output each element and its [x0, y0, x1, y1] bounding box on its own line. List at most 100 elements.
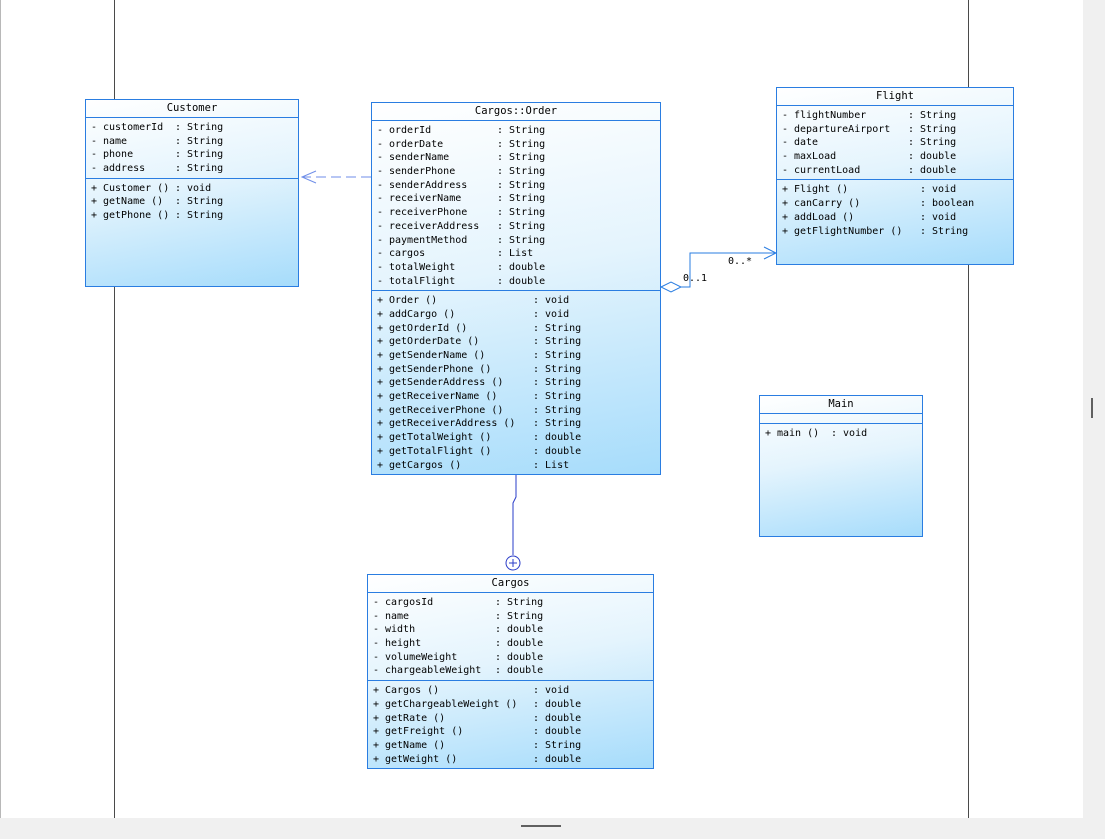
class-title: Cargos::Order: [372, 103, 660, 121]
member-name: cargos: [389, 248, 426, 260]
operation-row[interactable]: + getWeight (): double: [368, 753, 653, 767]
attribute-row[interactable]: - totalFlight: double: [372, 275, 660, 289]
member-type: : String: [908, 123, 957, 135]
operation-row[interactable]: + Flight (): void: [777, 183, 1013, 197]
member-type: : String: [175, 122, 224, 133]
operation-row[interactable]: + getOrderId (): String: [372, 322, 660, 336]
member-type: : String: [533, 377, 582, 389]
member-name: phone: [103, 149, 134, 161]
attribute-row[interactable]: - receiverName: String: [372, 192, 660, 206]
operation-row[interactable]: + getSenderName (): String: [372, 349, 660, 363]
operation-row[interactable]: + getReceiverPhone (): String: [372, 404, 660, 418]
attribute-row[interactable]: - orderDate: String: [372, 138, 660, 152]
attribute-row[interactable]: - totalWeight: double: [372, 261, 660, 275]
multiplicity-target: 0..*: [728, 256, 753, 267]
horizontal-scrollbar[interactable]: [0, 818, 1105, 839]
attribute-row[interactable]: - date: String: [777, 136, 1013, 150]
attribute-row[interactable]: - receiverPhone: String: [372, 206, 660, 220]
class-order[interactable]: Cargos::Order - orderId: String - orderDate…: [371, 102, 661, 475]
member-type: : String: [533, 739, 582, 751]
attribute-compartment: - cargosId: String - name: String - width: do…: [368, 593, 653, 682]
operation-row[interactable]: + getReceiverName (): String: [372, 390, 660, 404]
visibility-marker: -: [377, 248, 384, 260]
operation-row[interactable]: + getSenderAddress (): String: [372, 376, 660, 390]
attribute-row[interactable]: - address: String: [86, 162, 298, 176]
attribute-row[interactable]: - chargeableWeight: double: [368, 664, 653, 678]
operation-row[interactable]: + getFreight (): double: [368, 725, 653, 739]
member-type: : void: [175, 182, 212, 194]
visibility-marker: -: [91, 163, 98, 175]
visibility-marker: -: [377, 220, 384, 232]
vertical-scrollbar[interactable]: [1083, 0, 1105, 818]
visibility-marker: -: [373, 597, 380, 608]
operation-row[interactable]: + main (): void: [760, 427, 922, 441]
operation-row[interactable]: + getChargeableWeight (): double: [368, 698, 653, 712]
member-name: receiverAddress: [389, 220, 480, 232]
member-type: : String: [533, 404, 582, 416]
member-name: Flight (): [794, 184, 849, 196]
operation-compartment: + Cargos (): void + getChargeableWeight ():…: [368, 681, 653, 768]
operation-row[interactable]: + getOrderDate (): String: [372, 335, 660, 349]
member-type: : String: [533, 322, 582, 334]
member-type: : String: [175, 149, 224, 161]
operation-row[interactable]: + getFlightNumber (): String: [777, 225, 1013, 239]
attribute-row[interactable]: - flightNumber: String: [777, 109, 1013, 123]
attribute-row[interactable]: - cargos: List: [372, 247, 660, 261]
visibility-marker: -: [373, 651, 380, 663]
attribute-row[interactable]: - orderId: String: [372, 124, 660, 138]
member-name: addCargo (): [389, 308, 456, 320]
operation-row[interactable]: + getReceiverAddress (): String: [372, 417, 660, 431]
attribute-row[interactable]: - receiverAddress: String: [372, 220, 660, 234]
member-name: totalWeight: [389, 261, 456, 273]
operation-row[interactable]: + getTotalWeight (): double: [372, 431, 660, 445]
visibility-marker: -: [373, 610, 380, 622]
class-flight[interactable]: Flight - flightNumber: String - departureAi…: [776, 87, 1014, 265]
member-name: paymentMethod: [389, 234, 468, 246]
member-type: : double: [495, 638, 544, 650]
member-type: : List: [533, 459, 570, 471]
attribute-row[interactable]: - departureAirport: String: [777, 123, 1013, 137]
member-type: : String: [533, 391, 582, 403]
horizontal-scroll-thumb[interactable]: [521, 825, 561, 827]
attribute-row[interactable]: - name: String: [86, 135, 298, 149]
operation-row[interactable]: + getName (): String: [86, 195, 298, 209]
attribute-row[interactable]: - paymentMethod: String: [372, 234, 660, 248]
attribute-row[interactable]: - maxLoad: double: [777, 150, 1013, 164]
attribute-row[interactable]: - customerId: String: [86, 121, 298, 135]
operation-row[interactable]: + getCargos (): List: [372, 459, 660, 473]
attribute-row[interactable]: - phone: String: [86, 148, 298, 162]
vertical-scroll-thumb[interactable]: [1091, 398, 1093, 418]
attribute-row[interactable]: - volumeWeight: double: [368, 651, 653, 665]
visibility-marker: +: [377, 350, 384, 361]
visibility-marker: +: [377, 377, 384, 389]
visibility-marker: -: [373, 624, 380, 636]
operation-row[interactable]: + addLoad (): void: [777, 211, 1013, 225]
member-name: width: [385, 624, 416, 636]
attribute-row[interactable]: - name: String: [368, 610, 653, 624]
operation-row[interactable]: + getSenderPhone (): String: [372, 363, 660, 377]
multiplicity-source: 0..1: [683, 273, 708, 284]
attribute-row[interactable]: - height: double: [368, 637, 653, 651]
operation-row[interactable]: + getTotalFlight (): double: [372, 445, 660, 459]
operation-row[interactable]: + getName (): String: [368, 739, 653, 753]
operation-row[interactable]: + getRate (): double: [368, 712, 653, 726]
visibility-marker: +: [377, 404, 384, 416]
attribute-row[interactable]: - senderAddress: String: [372, 179, 660, 193]
attribute-row[interactable]: - senderPhone: String: [372, 165, 660, 179]
member-name: receiverName: [389, 193, 462, 205]
attribute-row[interactable]: - cargosId: String: [368, 596, 653, 610]
attribute-row[interactable]: - currentLoad: double: [777, 164, 1013, 178]
member-name: totalFlight: [389, 275, 456, 287]
class-main[interactable]: Main + main (): void: [759, 395, 923, 537]
operation-row[interactable]: + getPhone (): String: [86, 209, 298, 223]
operation-row[interactable]: + Order (): void: [372, 294, 660, 308]
class-cargos[interactable]: Cargos - cargosId: String - name: String - wi…: [367, 574, 654, 769]
operation-row[interactable]: + Customer (): void: [86, 182, 298, 196]
attribute-row[interactable]: - senderName: String: [372, 151, 660, 165]
class-customer[interactable]: Customer - customerId: String - name: Strin…: [85, 99, 299, 287]
operation-row[interactable]: + addCargo (): void: [372, 308, 660, 322]
attribute-row[interactable]: - width: double: [368, 623, 653, 637]
operation-row[interactable]: + canCarry (): boolean: [777, 197, 1013, 211]
operation-compartment: + main (): void: [760, 424, 922, 443]
operation-row[interactable]: + Cargos (): void: [368, 684, 653, 698]
